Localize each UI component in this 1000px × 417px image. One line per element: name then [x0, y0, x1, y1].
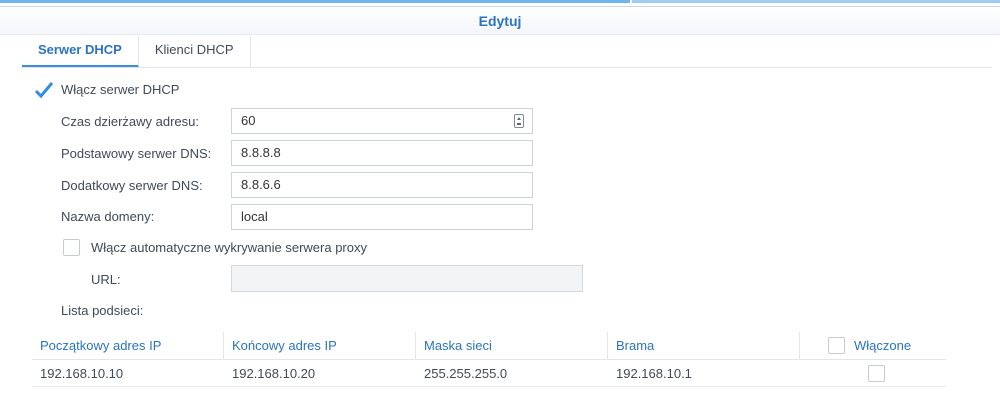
- primary-dns-field[interactable]: 8.8.8.8: [231, 140, 533, 166]
- top-accent-strip-right: [632, 0, 1000, 3]
- url-label: URL:: [91, 272, 121, 287]
- tab-divider: [22, 67, 992, 68]
- domain-name-value: local: [241, 209, 268, 224]
- lease-time-label: Czas dzierżawy adresu:: [61, 114, 199, 129]
- dialog-title: Edytuj: [478, 13, 522, 29]
- lease-time-field[interactable]: 60: [231, 108, 533, 134]
- cell-netmask: 255.255.255.0: [424, 366, 508, 381]
- checkmark-icon: [34, 82, 54, 99]
- cell-end-ip: 192.168.10.20: [232, 366, 316, 381]
- subnet-list-label: Lista podsieci:: [61, 303, 144, 318]
- tab-dhcp-server[interactable]: Serwer DHCP: [22, 36, 139, 68]
- cell-start-ip: 192.168.10.10: [40, 366, 124, 381]
- tab-bar: Serwer DHCP Klienci DHCP: [22, 36, 251, 68]
- enable-dhcp-label: Włącz serwer DHCP: [61, 82, 180, 97]
- dialog-titlebar: Edytuj: [0, 7, 1000, 35]
- window-top-border: [0, 0, 1000, 7]
- row-enabled-checkbox[interactable]: [868, 365, 885, 382]
- select-all-enabled-checkbox[interactable]: [828, 337, 845, 354]
- column-end-ip[interactable]: Końcowy adres IP: [224, 332, 416, 360]
- cell-gateway: 192.168.10.1: [616, 366, 692, 381]
- lease-time-value: 60: [241, 113, 256, 128]
- tab-dhcp-clients[interactable]: Klienci DHCP: [139, 36, 251, 68]
- column-start-ip[interactable]: Początkowy adres IP: [32, 332, 224, 360]
- subnet-table-header: Początkowy adres IP Końcowy adres IP Mas…: [32, 332, 946, 360]
- column-netmask[interactable]: Maska sieci: [416, 332, 608, 360]
- secondary-dns-label: Dodatkowy serwer DNS:: [61, 178, 203, 193]
- column-enabled[interactable]: Włączone: [846, 332, 946, 360]
- primary-dns-value: 8.8.8.8: [241, 145, 281, 160]
- top-accent-strip: [0, 0, 630, 3]
- table-row[interactable]: 192.168.10.10 192.168.10.20 255.255.255.…: [32, 361, 946, 387]
- enable-dhcp-checkbox[interactable]: [33, 82, 54, 99]
- column-gateway[interactable]: Brama: [608, 332, 800, 360]
- spinner-icon[interactable]: [514, 114, 524, 128]
- domain-name-label: Nazwa domeny:: [61, 209, 155, 224]
- proxy-autodetect-label: Włącz automatyczne wykrywanie serwera pr…: [91, 240, 367, 255]
- domain-name-field[interactable]: local: [231, 204, 533, 230]
- secondary-dns-field[interactable]: 8.8.6.6: [231, 172, 533, 198]
- secondary-dns-value: 8.8.6.6: [241, 177, 281, 192]
- primary-dns-label: Podstawowy serwer DNS:: [61, 146, 212, 161]
- proxy-autodetect-checkbox[interactable]: [63, 239, 80, 256]
- url-field[interactable]: [231, 265, 583, 292]
